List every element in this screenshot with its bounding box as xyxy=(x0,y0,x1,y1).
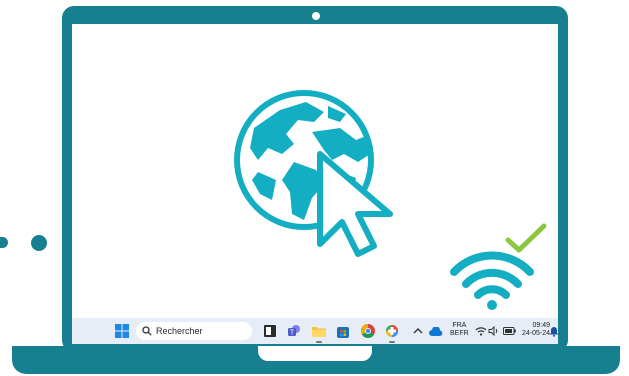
store-icon[interactable] xyxy=(335,323,351,339)
active-indicator xyxy=(389,341,395,343)
wifi-icon xyxy=(450,251,534,310)
svg-text:T: T xyxy=(290,330,295,337)
widget-icon[interactable] xyxy=(262,323,278,339)
windows-start-icon[interactable] xyxy=(114,323,130,339)
laptop-camera xyxy=(312,12,320,20)
notification-bell-icon[interactable] xyxy=(546,323,562,339)
volume-icon[interactable] xyxy=(486,323,502,339)
decorative-dot-large xyxy=(31,235,47,251)
scene: Rechercher T FRA BEFR 09:49 24-05-24 xyxy=(0,0,629,376)
language-code: FRA xyxy=(452,322,467,329)
battery-icon[interactable] xyxy=(501,323,517,339)
search-icon xyxy=(142,326,152,336)
chrome-icon[interactable] xyxy=(360,323,376,339)
chevron-up-icon[interactable] xyxy=(410,323,426,339)
language-indicator[interactable]: FRA BEFR xyxy=(450,322,469,338)
copilot-icon[interactable] xyxy=(384,323,400,339)
search-input[interactable]: Rechercher xyxy=(156,326,203,336)
file-explorer-icon[interactable] xyxy=(311,323,327,339)
cursor-arrow-icon xyxy=(317,151,393,257)
checkmark-icon xyxy=(505,223,547,253)
teams-icon[interactable]: T xyxy=(286,323,302,339)
laptop-notch xyxy=(258,346,372,361)
taskbar-search-box[interactable]: Rechercher xyxy=(136,322,252,340)
active-indicator xyxy=(316,341,322,343)
onedrive-icon[interactable] xyxy=(428,323,444,339)
decorative-dot-small xyxy=(0,237,8,248)
keyboard-layout: BEFR xyxy=(450,330,469,337)
taskbar: Rechercher T FRA BEFR 09:49 24-05-24 xyxy=(72,318,559,344)
